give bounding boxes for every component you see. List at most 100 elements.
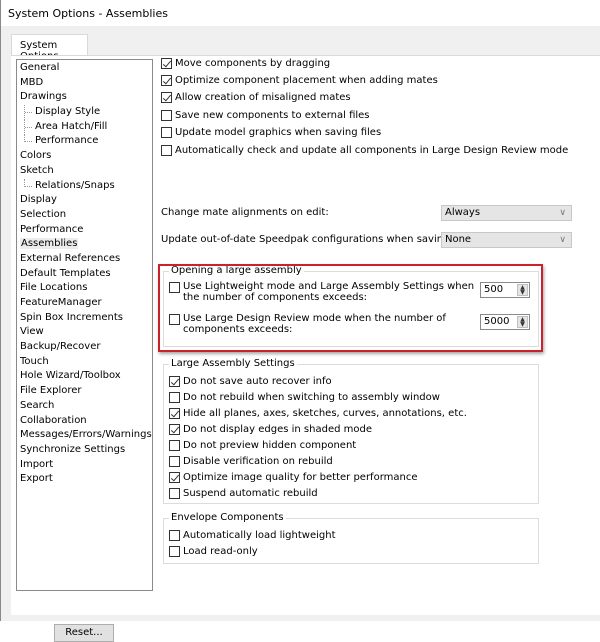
checkbox-option[interactable]: Allow creation of misaligned mates xyxy=(161,91,351,105)
tree-item-label: Drawings xyxy=(20,91,67,103)
tree-item[interactable]: Synchronize Settings xyxy=(17,443,152,458)
tree-item-label: Import xyxy=(20,458,54,470)
tree-item[interactable]: Default Templates xyxy=(17,267,152,282)
checkbox-option[interactable]: Disable verification on rebuild xyxy=(169,454,333,468)
checkbox-checked[interactable] xyxy=(161,92,172,104)
checkbox-label: Allow creation of misaligned mates xyxy=(175,92,351,104)
speedpak-select[interactable]: None ∨ xyxy=(441,232,572,248)
tree-item[interactable]: View xyxy=(17,325,152,340)
checkbox-option[interactable]: Optimize component placement when adding… xyxy=(161,73,438,87)
tree-item-label: Colors xyxy=(20,150,52,162)
tree-item[interactable]: General xyxy=(17,61,152,76)
tree-item[interactable]: Selection xyxy=(17,208,152,223)
checkbox-option[interactable]: Automatically load lightweight xyxy=(169,528,336,542)
mate-alignment-label: Change mate alignments on edit: xyxy=(161,207,329,218)
group-title: Large Assembly Settings xyxy=(169,358,297,369)
speedpak-label: Update out-of-date Speedpak configuratio… xyxy=(161,234,477,245)
checkbox-unchecked[interactable] xyxy=(169,545,180,557)
tree-item[interactable]: Spin Box Increments xyxy=(17,311,152,326)
tab-system-options[interactable]: System Options xyxy=(11,34,88,62)
tree-item-label: Search xyxy=(20,399,55,411)
checkbox-option[interactable]: Optimize image quality for better perfor… xyxy=(169,470,418,484)
tree-item[interactable]: Assemblies xyxy=(17,237,152,252)
checkbox-unchecked[interactable] xyxy=(161,144,172,156)
checkbox-option[interactable]: Hide all planes, axes, sketches, curves,… xyxy=(169,406,467,420)
tree-item-label: View xyxy=(20,326,44,338)
tree-item-label: External References xyxy=(20,252,121,264)
tree-item[interactable]: Export xyxy=(17,472,152,487)
tree-item[interactable]: Performance xyxy=(17,134,152,149)
checkbox-option[interactable]: Do not display edges in shaded mode xyxy=(169,422,372,436)
checkbox-unchecked[interactable] xyxy=(169,455,180,467)
checkbox-checked[interactable] xyxy=(161,74,172,86)
tree-item[interactable]: Colors xyxy=(17,149,152,164)
large-assembly-settings-group: Large Assembly Settings Do not save auto… xyxy=(163,358,539,504)
tree-item-label: Display Style xyxy=(35,106,101,118)
checkbox-unchecked[interactable] xyxy=(169,529,180,541)
tree-item[interactable]: Drawings xyxy=(17,90,152,105)
tree-item[interactable]: Sketch xyxy=(17,164,152,179)
checkbox-option[interactable]: Do not save auto recover info xyxy=(169,374,332,388)
checkbox-option[interactable]: Update model graphics when saving files xyxy=(161,126,381,140)
tree-item[interactable]: Display Style xyxy=(17,105,152,120)
tree-item[interactable]: Collaboration xyxy=(17,414,152,429)
tree-item-label: Export xyxy=(20,473,53,485)
checkbox-checked[interactable] xyxy=(169,471,180,483)
tree-item[interactable]: Messages/Errors/Warnings xyxy=(17,428,152,443)
checkbox-option[interactable]: Suspend automatic rebuild xyxy=(169,486,318,500)
reset-button[interactable]: Reset... xyxy=(54,624,114,642)
checkbox-checked[interactable] xyxy=(169,407,180,419)
envelope-components-group: Envelope Components Automatically load l… xyxy=(163,512,539,564)
chevron-down-icon: ∨ xyxy=(559,208,566,218)
checkbox-label: Save new components to external files xyxy=(175,109,370,121)
checkbox-option[interactable]: Do not rebuild when switching to assembl… xyxy=(169,390,440,404)
window-title: System Options - Assemblies xyxy=(0,0,600,26)
tree-item[interactable]: Search xyxy=(17,399,152,414)
dialog-bottom xyxy=(1,615,600,621)
options-tree[interactable]: General MBD Drawings Display Style Area Hatc… xyxy=(16,59,153,591)
tree-item[interactable]: Hole Wizard/Toolbox xyxy=(17,369,152,384)
checkbox-checked[interactable] xyxy=(169,375,180,387)
tab-content: General MBD Drawings Display Style Area Hatc… xyxy=(11,55,600,642)
checkbox-unchecked[interactable] xyxy=(169,391,180,403)
tree-item-label: FeatureManager xyxy=(20,297,102,308)
tree-item-label: Performance xyxy=(35,135,99,147)
tree-item[interactable]: Display xyxy=(17,193,152,208)
tree-item[interactable]: FeatureManager xyxy=(17,296,152,311)
checkbox-checked[interactable] xyxy=(161,57,172,69)
checkbox-label: Automatically check and update all compo… xyxy=(175,144,569,156)
checkbox-label: Do not preview hidden component xyxy=(183,439,357,451)
tree-item-label: General xyxy=(20,62,60,73)
checkbox-unchecked[interactable] xyxy=(161,127,172,139)
checkbox-option[interactable]: Do not preview hidden component xyxy=(169,438,356,452)
mate-alignment-select[interactable]: Always ∨ xyxy=(441,205,572,221)
tree-item[interactable]: File Locations xyxy=(17,281,152,296)
tree-item[interactable]: External References xyxy=(17,252,152,267)
tree-item-label: Collaboration xyxy=(20,414,87,426)
tree-item-label: File Locations xyxy=(20,282,88,294)
checkbox-label: Automatically load lightweight xyxy=(183,529,336,541)
checkbox-checked[interactable] xyxy=(169,423,180,435)
checkbox-unchecked[interactable] xyxy=(169,439,180,451)
tree-item-label: Selection xyxy=(20,208,67,220)
tree-item-label: Touch xyxy=(20,355,49,367)
checkbox-unchecked[interactable] xyxy=(169,487,180,499)
tree-item-label: Hole Wizard/Toolbox xyxy=(20,370,121,382)
tree-item[interactable]: Performance xyxy=(17,223,152,238)
tree-item-label: MBD xyxy=(20,76,44,88)
tree-item[interactable]: Backup/Recover xyxy=(17,340,152,355)
checkbox-option[interactable]: Save new components to external files xyxy=(161,108,370,122)
tree-item[interactable]: Touch xyxy=(17,355,152,370)
checkbox-option[interactable]: Load read-only xyxy=(169,544,258,558)
tree-item[interactable]: Import xyxy=(17,458,152,473)
tree-item[interactable]: Area Hatch/Fill xyxy=(17,119,152,135)
tree-item[interactable]: MBD xyxy=(17,76,152,91)
checkbox-option[interactable]: Automatically check and update all compo… xyxy=(161,143,568,157)
tree-item[interactable]: File Explorer xyxy=(17,384,152,399)
checkbox-label: Optimize component placement when adding… xyxy=(175,74,438,86)
tree-item[interactable]: Relations/Snaps xyxy=(17,178,152,194)
tree-item-label: Display xyxy=(20,194,57,206)
checkbox-unchecked[interactable] xyxy=(161,109,172,121)
tree-item-label: Default Templates xyxy=(20,267,111,279)
checkbox-option[interactable]: Move components by dragging xyxy=(161,56,330,70)
